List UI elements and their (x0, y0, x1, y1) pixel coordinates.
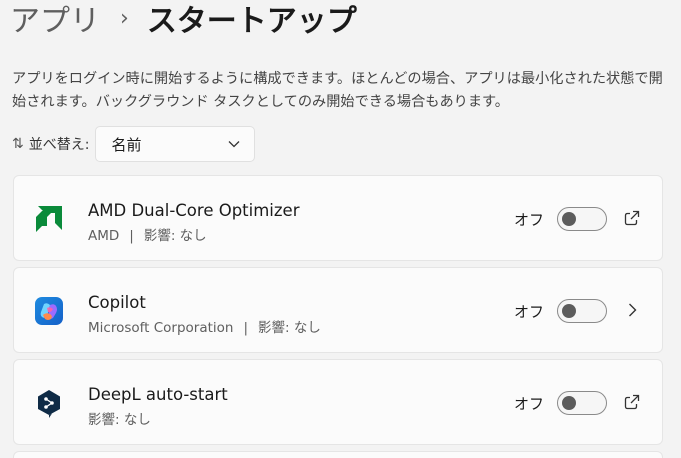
app-publisher: AMD (88, 228, 120, 244)
open-external-icon[interactable] (623, 209, 641, 227)
amd-logo-icon (36, 206, 62, 232)
sort-dropdown[interactable]: 名前 (95, 126, 256, 162)
startup-app-partial (13, 451, 663, 458)
deepl-logo-icon (38, 390, 60, 418)
detail-separator: | (129, 228, 134, 244)
toggle-knob (562, 212, 576, 226)
app-impact: 影響: なし (88, 412, 151, 428)
sort-selected-value: 名前 (111, 135, 142, 154)
app-impact: 影響: なし (258, 320, 321, 336)
breadcrumb-apps-link[interactable]: アプリ (10, 0, 100, 40)
startup-app-amd: AMD Dual-Core Optimizer AMD | 影響: なし オフ (13, 175, 663, 261)
chevron-right-icon[interactable] (623, 301, 641, 319)
page-description: アプリをログイン時に開始するように構成できます。ほとんどの場合、アプリは最小化さ… (12, 71, 663, 110)
toggle-knob (562, 304, 576, 318)
breadcrumb-separator: › (120, 5, 129, 31)
startup-toggle[interactable] (557, 391, 607, 415)
sort-arrows-icon: ⇅ (12, 136, 24, 152)
app-name: Copilot (88, 293, 146, 312)
toggle-knob (562, 396, 576, 410)
sort-row: ⇅ 並べ替え: 名前 (12, 126, 256, 162)
page-title: スタートアップ (146, 4, 357, 39)
sort-label: 並べ替え: (28, 137, 90, 153)
settings-page: アプリ › スタートアップ アプリをログイン時に開始するように構成できます。ほと… (0, 0, 681, 458)
toggle-state-label: オフ (514, 211, 545, 229)
startup-app-list: AMD Dual-Core Optimizer AMD | 影響: なし オフ (13, 175, 663, 458)
open-external-icon[interactable] (623, 393, 641, 411)
app-publisher: Microsoft Corporation (88, 320, 234, 336)
toggle-state-label: オフ (514, 395, 545, 413)
app-details: Microsoft Corporation | 影響: なし (88, 316, 321, 336)
copilot-logo-icon (35, 297, 63, 325)
breadcrumb: アプリ › スタートアップ (10, 0, 357, 40)
startup-app-deepl: DeepL auto-start 影響: なし オフ (13, 359, 663, 445)
startup-toggle[interactable] (557, 299, 607, 323)
startup-app-copilot: Copilot Microsoft Corporation | 影響: なし オフ (13, 267, 663, 353)
chevron-down-icon (228, 141, 240, 148)
detail-separator: | (243, 320, 249, 336)
app-name: DeepL auto-start (88, 385, 228, 404)
app-name: AMD Dual-Core Optimizer (88, 201, 300, 220)
toggle-state-label: オフ (514, 303, 545, 321)
startup-toggle[interactable] (557, 207, 607, 231)
app-impact: 影響: なし (143, 228, 207, 244)
app-details: AMD | 影響: なし (88, 224, 207, 244)
